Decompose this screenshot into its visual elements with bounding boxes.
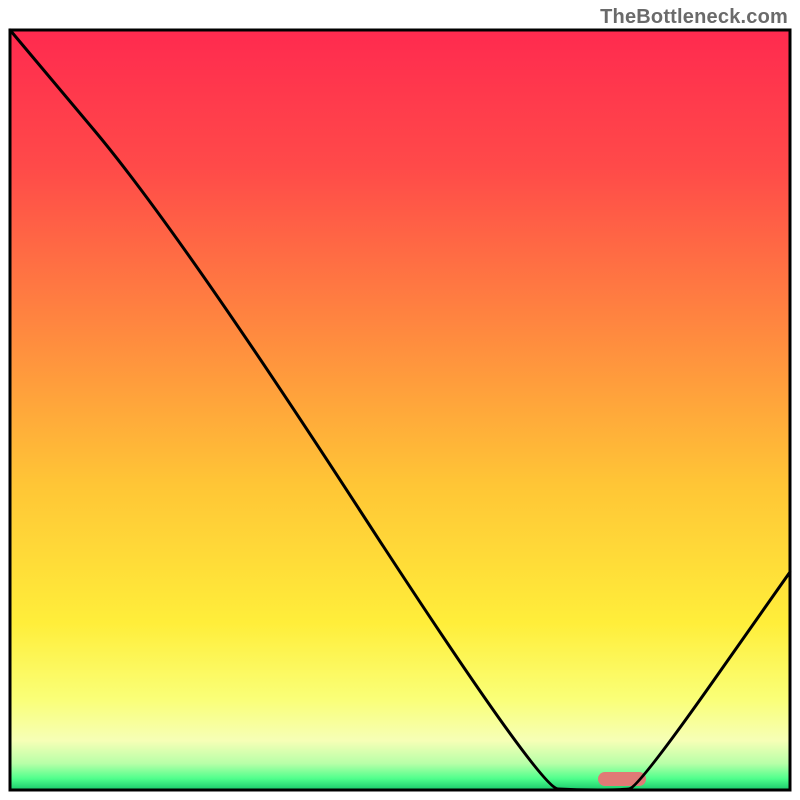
gradient-background	[10, 30, 790, 790]
watermark-text: TheBottleneck.com	[600, 6, 788, 29]
bottleneck-chart	[0, 0, 800, 800]
